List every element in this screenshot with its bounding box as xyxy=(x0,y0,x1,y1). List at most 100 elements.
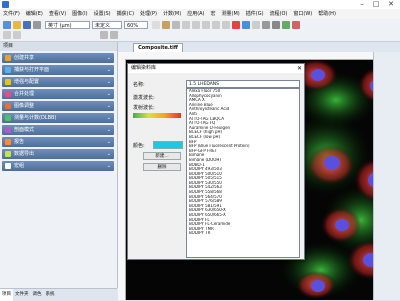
point-tool-icon[interactable] xyxy=(222,21,230,29)
dialog-title-text: 编辑染料库 xyxy=(131,65,157,71)
vertical-ruler xyxy=(118,59,126,300)
menu-process[interactable]: 处理(P) xyxy=(137,9,160,19)
dye-name-combo[interactable]: 1.5 LHEDANS xyxy=(186,80,300,88)
toolbar: 英寸 (μm) 未定义 60% xyxy=(0,19,400,42)
panel-item-label: 捕获与打开平面 xyxy=(14,67,50,73)
menu-file[interactable]: 文件(F) xyxy=(0,9,23,19)
ellipse-tool-icon[interactable] xyxy=(192,21,200,29)
menu-help[interactable]: 帮助(H) xyxy=(315,9,339,19)
name-label: 名称: xyxy=(133,82,145,88)
panel-item-measure[interactable]: 测量与计数(DLBB) ⌄ xyxy=(2,113,114,123)
adjust-icon xyxy=(5,103,11,109)
panel-item-profile[interactable]: 剖面模式 ⌄ xyxy=(2,125,114,135)
app-logo-icon xyxy=(2,1,9,8)
export-icon xyxy=(5,151,11,157)
panel-item-report[interactable]: 报告 ⌄ xyxy=(2,137,114,147)
panel-item-label: 宏组 xyxy=(14,163,25,169)
chevron-down-icon: ⌄ xyxy=(106,91,111,97)
menu-capture[interactable]: 捕获(C) xyxy=(114,9,137,19)
zoom-tool-icon[interactable] xyxy=(172,21,180,29)
text-tool-icon[interactable] xyxy=(252,21,260,29)
panel-item-capture[interactable]: 捕获与打开平面 ⌄ xyxy=(2,65,114,75)
chevron-down-icon: ⌄ xyxy=(106,163,111,169)
tab-project[interactable]: 项目 xyxy=(0,289,13,301)
undo-icon[interactable] xyxy=(3,31,11,39)
panel-item-export[interactable]: 数据导出 ⌄ xyxy=(2,149,114,159)
menu-window[interactable]: 窗口(W) xyxy=(290,9,315,19)
line-tool-icon[interactable] xyxy=(212,21,220,29)
grid-icon[interactable] xyxy=(272,21,280,29)
histogram-icon[interactable] xyxy=(282,21,290,29)
chevron-down-icon: ⌄ xyxy=(106,139,111,145)
calibration-select[interactable]: 未定义 xyxy=(92,21,122,29)
unit-select[interactable]: 英寸 (μm) xyxy=(45,21,90,29)
right-panel xyxy=(373,52,400,300)
document-tab[interactable]: Composite.tiff xyxy=(133,43,183,52)
print-icon[interactable] xyxy=(33,21,41,29)
tab-system[interactable]: 系统 xyxy=(44,289,57,301)
polygon-tool-icon[interactable] xyxy=(202,21,210,29)
zoom-select[interactable]: 60% xyxy=(124,21,148,29)
marker-tool-icon[interactable] xyxy=(232,21,240,29)
menu-bar: 文件(F) 编辑(E) 查看(V) 图像(I) 设置(S) 捕获(C) 处理(P… xyxy=(0,9,400,19)
menu-workflow[interactable]: 流程(O) xyxy=(267,9,291,19)
new-button[interactable]: 新建... xyxy=(143,152,181,160)
panel-item-label: 报告 xyxy=(14,139,25,145)
spectrum-gradient xyxy=(133,113,181,118)
project-panel: 项目 创建共享 ⌄ 捕获与打开平面 ⌄ 增强与配置 ⌄ 合并处理 ⌄ 图像调整 … xyxy=(0,42,118,288)
menu-settings[interactable]: 设置(S) xyxy=(91,9,114,19)
panel-item-label: 剖面模式 xyxy=(14,127,35,133)
overlay-icon[interactable] xyxy=(292,21,300,29)
menu-plugins[interactable]: 插件(G) xyxy=(243,9,267,19)
close-icon[interactable]: ✕ xyxy=(297,64,302,73)
panel-item-label: 图像调整 xyxy=(14,103,35,109)
menu-apply[interactable]: 应用(A) xyxy=(184,9,207,19)
open-icon[interactable] xyxy=(13,21,21,29)
panel-item-adjust[interactable]: 图像调整 ⌄ xyxy=(2,101,114,111)
report-icon xyxy=(5,139,11,145)
excitation-label: 激发波长: xyxy=(133,95,155,101)
emission-label: 发射波长: xyxy=(133,105,155,111)
macro-icon xyxy=(5,163,11,169)
chevron-down-icon: ⌄ xyxy=(106,79,111,85)
delete-button[interactable]: 删除 xyxy=(143,163,181,171)
new-icon[interactable] xyxy=(3,21,11,29)
menu-measure[interactable]: 测量(M) xyxy=(219,9,243,19)
menu-edit[interactable]: 编辑(E) xyxy=(23,9,46,19)
panel-item-enhance[interactable]: 增强与配置 ⌄ xyxy=(2,77,114,87)
panel-item-create[interactable]: 创建共享 ⌄ xyxy=(2,53,114,63)
hand-tool-icon[interactable] xyxy=(162,21,170,29)
title-bar: – □ ✕ xyxy=(0,0,400,9)
pan-icon[interactable] xyxy=(100,31,108,39)
tab-palette[interactable]: 调色 xyxy=(31,289,44,301)
create-icon xyxy=(5,55,11,61)
select-tool-icon[interactable] xyxy=(152,21,160,29)
panel-title: 项目 xyxy=(0,42,117,51)
arrow-tool-icon[interactable] xyxy=(262,21,270,29)
close-window-button[interactable]: ✕ xyxy=(385,0,397,9)
chevron-down-icon: ⌄ xyxy=(106,115,111,121)
menu-macro[interactable]: 宏 xyxy=(208,9,219,19)
redo-icon[interactable] xyxy=(13,31,21,39)
menu-image[interactable]: 图像(I) xyxy=(69,9,90,19)
menu-count[interactable]: 计数(M) xyxy=(160,9,184,19)
panel-item-macro[interactable]: 宏组 ⌄ xyxy=(2,161,114,171)
dye-list[interactable]: Alexa Fluor 750 Allophycocyanin AMCA X Anil… xyxy=(186,88,300,258)
tab-folder[interactable]: 文件夹 xyxy=(13,289,31,301)
chevron-down-icon: ⌄ xyxy=(106,55,111,61)
dialog-title: 编辑染料库 ✕ xyxy=(128,64,304,73)
panel-item-label: 合并处理 xyxy=(14,91,35,97)
fit-icon[interactable] xyxy=(110,31,118,39)
maximize-button[interactable]: □ xyxy=(370,0,382,9)
measure-tool-icon[interactable] xyxy=(242,21,250,29)
dye-list-item[interactable]: BODIPY TR xyxy=(187,231,299,236)
chevron-down-icon: ⌄ xyxy=(106,127,111,133)
chevron-down-icon: ⌄ xyxy=(106,67,111,73)
minimize-button[interactable]: – xyxy=(356,0,368,9)
panel-item-label: 增强与配置 xyxy=(14,79,40,85)
panel-item-merge[interactable]: 合并处理 ⌄ xyxy=(2,89,114,99)
menu-view[interactable]: 查看(V) xyxy=(46,9,69,19)
save-icon[interactable] xyxy=(23,21,31,29)
rectangle-tool-icon[interactable] xyxy=(182,21,190,29)
color-swatch[interactable] xyxy=(153,141,183,149)
